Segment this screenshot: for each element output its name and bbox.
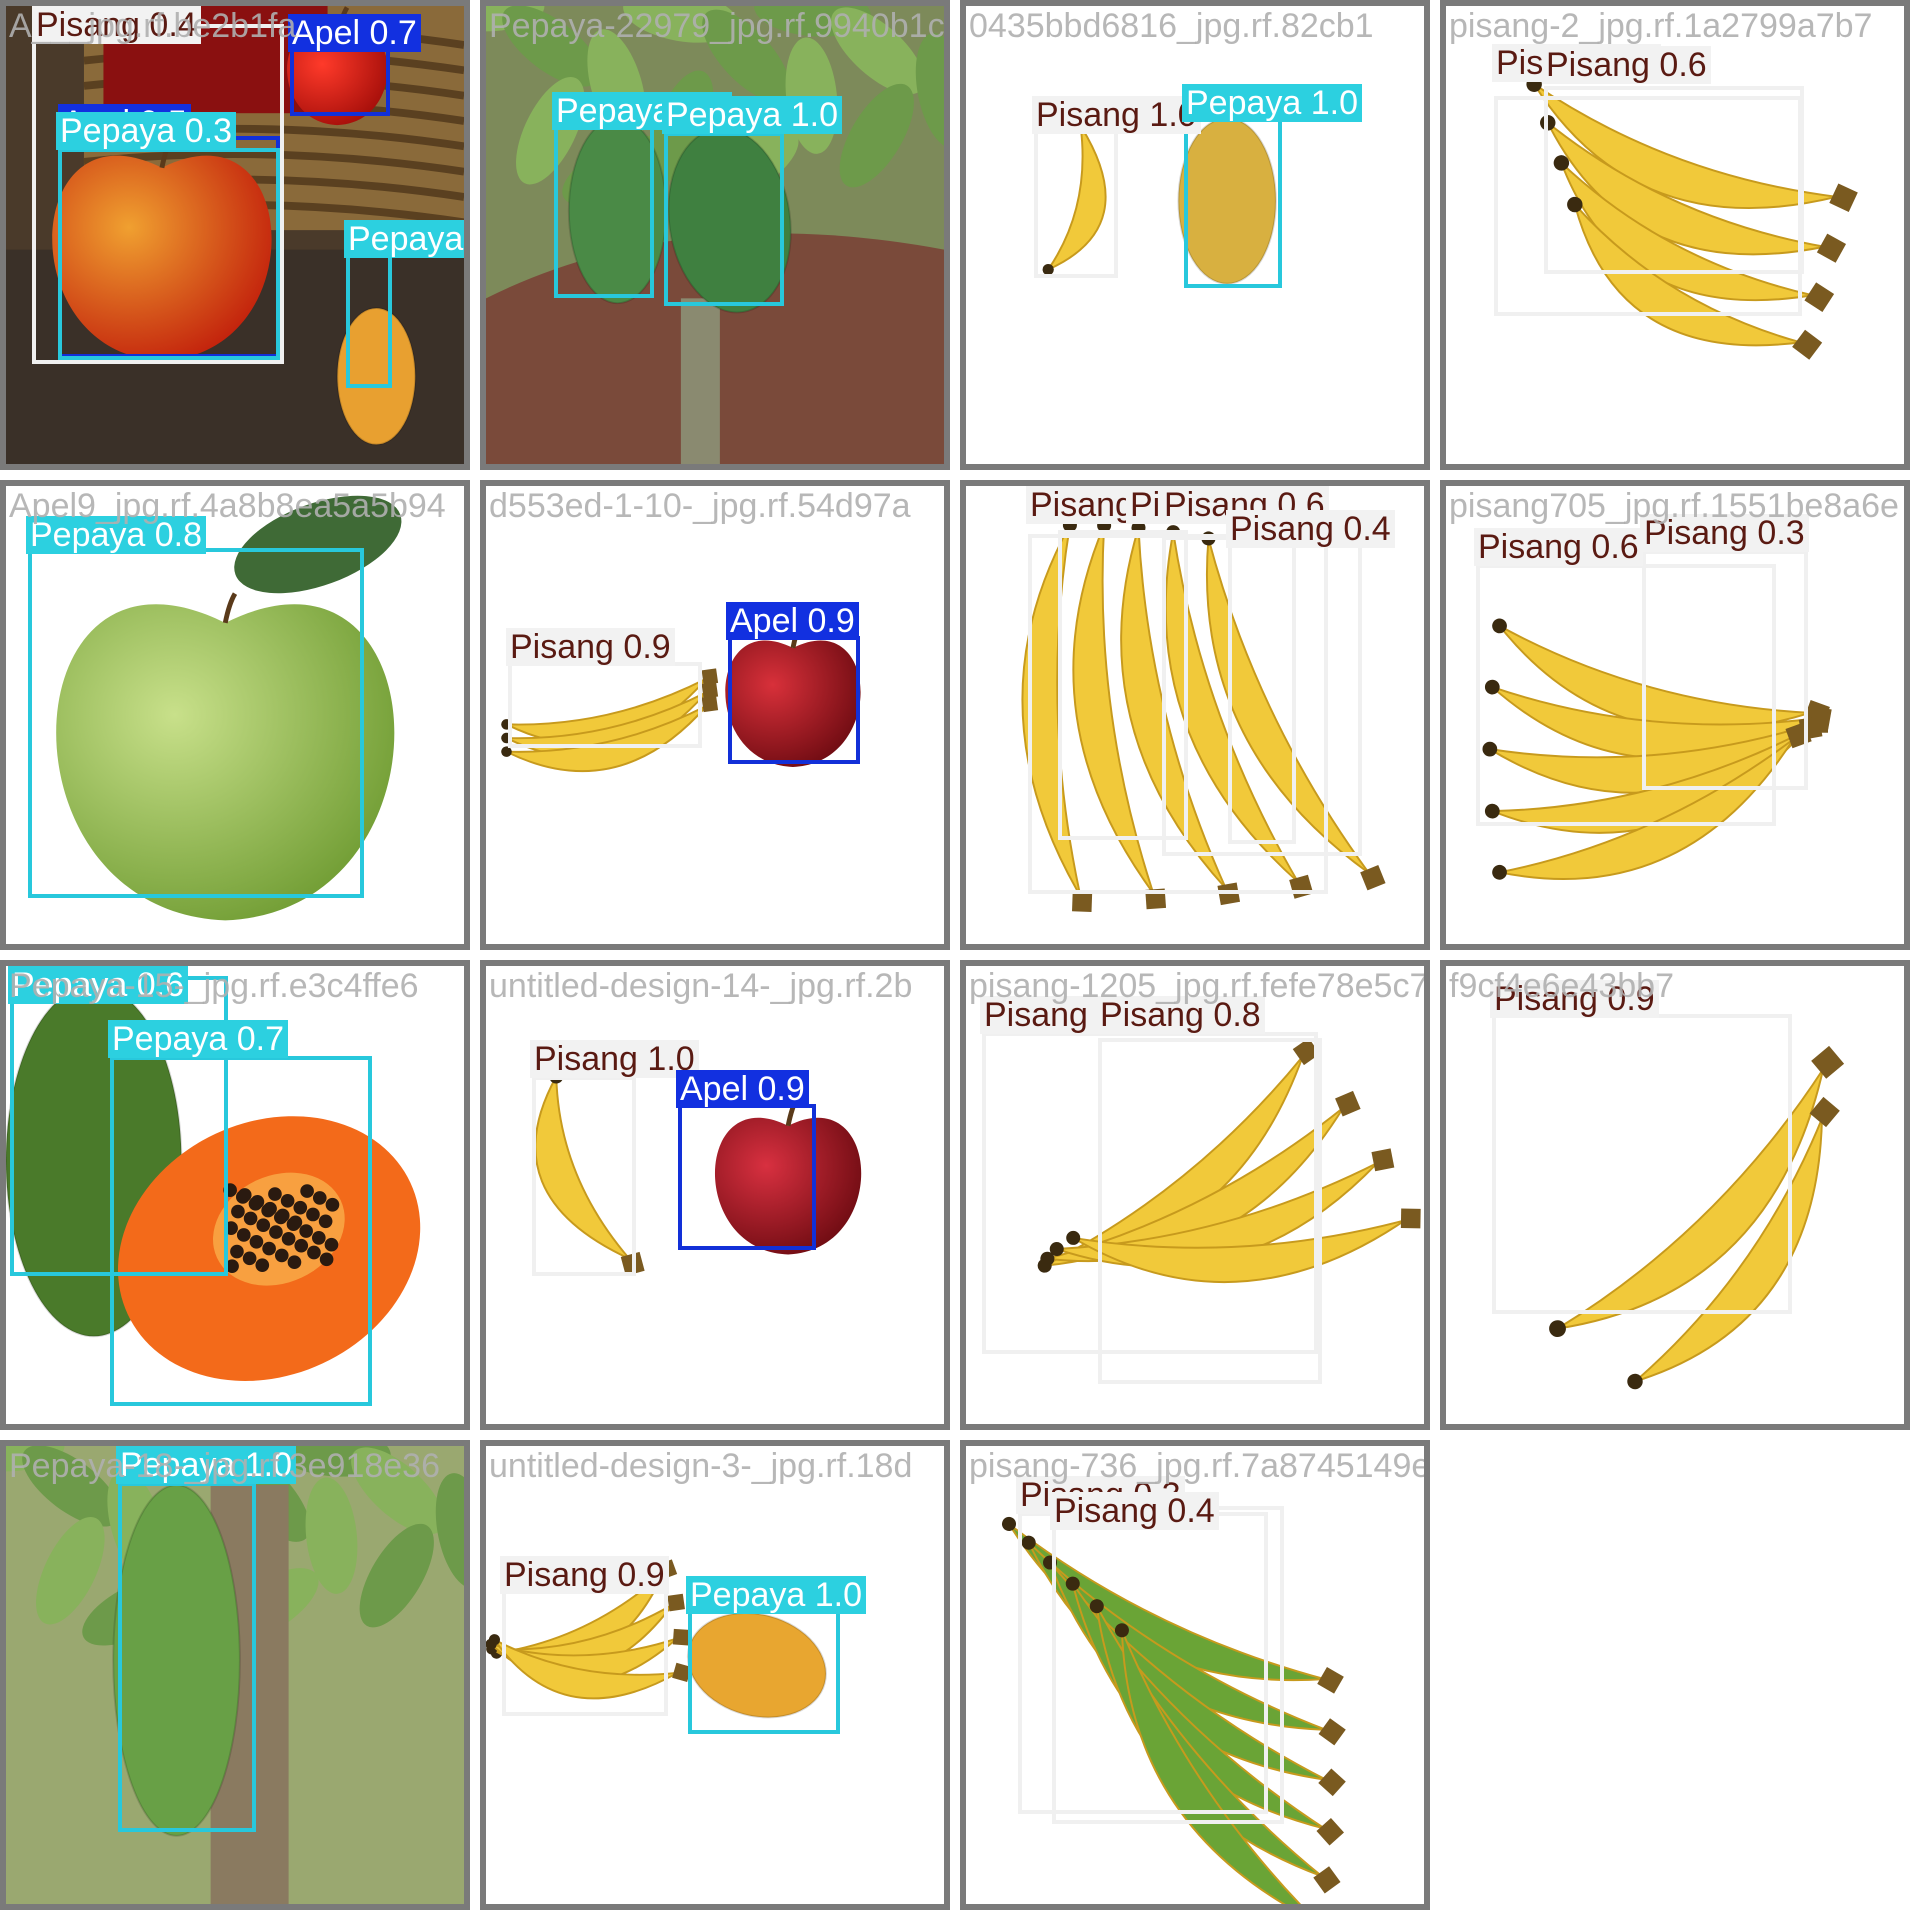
mosaic-tile: Pisang 0.4Pisang 0.4Pisang 0.6Pisang 0.4 — [960, 480, 1430, 950]
mosaic-tile: pisang-1205_jpg.rf.fefe78e5c7 Pisang 0.8 P… — [960, 960, 1430, 1430]
mosaic-tile: 0435bbd6816_jpg.rf.82cb1 Pisang 1.0 Pepaya… — [960, 0, 1430, 470]
detection-box-pepaya — [346, 254, 392, 388]
detection-label: Pisang 1.0 — [1032, 96, 1201, 134]
mosaic-tile: untitled-design-3-_jpg.rf.18d Pisang 0.9 P… — [480, 1440, 950, 1910]
image-filename: 0435bbd6816_jpg.rf.82cb1 — [969, 7, 1374, 45]
image-filename: pisang-2_jpg.rf.1a2799a7b7 — [1449, 7, 1873, 45]
image-filename: pisang705_jpg.rf.1551be8a6e — [1449, 487, 1899, 525]
detection-box-apel — [678, 1104, 816, 1250]
image-filename: A___jpg.rf.be2b1fa — [9, 7, 297, 45]
image-filename: Pepaya-15-_jpg.rf.e3c4ffe6 — [9, 967, 419, 1005]
detection-label: Pisang 0.9 — [506, 628, 675, 666]
detection-label: Pepaya 1.0 — [1182, 84, 1363, 122]
image-filename: pisang-736_jpg.rf.7a8745149e0ec64f43d3d3… — [969, 1447, 1430, 1485]
mosaic-tile: pisang705_jpg.rf.1551be8a6e Pisang 0.6 Pis… — [1440, 480, 1910, 950]
detection-label: Pepaya 0.3 — [56, 112, 237, 150]
detection-box-pisang — [532, 1076, 636, 1276]
detection-box-pisang — [1642, 550, 1808, 790]
detection-label: Pepaya 1.0 — [686, 1576, 867, 1614]
image-filename: f9cf4e6e43bb7 — [1449, 967, 1674, 1005]
detection-box-pepaya — [554, 126, 654, 298]
image-filename: Apel9_jpg.rf.4a8b8ea5a5b94 — [9, 487, 446, 525]
mosaic-tile: untitled-design-14-_jpg.rf.2b Pisang 1.0 A… — [480, 960, 950, 1430]
detection-box-apel — [728, 636, 860, 764]
detection-box-pepaya — [688, 1606, 840, 1734]
detection-label: Pepaya 0.8 — [344, 220, 464, 258]
mosaic-tile: Pepaya-22979_jpg.rf.9940b1ca Pepaya 0.9 Pe… — [480, 0, 950, 470]
mosaic-tile: Pepaya-18-_jpg.rf.3e918e36 Pepaya 1.0 — [0, 1440, 470, 1910]
detection-box-pisang — [1228, 544, 1296, 844]
detection-label: Pisang 0.6 — [1542, 46, 1711, 84]
detection-label: Apel 0.7 — [288, 14, 421, 52]
mosaic-tile: pisang-2_jpg.rf.1a2799a7b7Pisang 0.6Pisa… — [1440, 0, 1910, 470]
detection-box-pepaya — [1184, 118, 1282, 288]
detection-box-pepaya — [58, 148, 280, 360]
detection-label: Pisang 0.9 — [500, 1556, 669, 1594]
detection-box-pisang — [1544, 86, 1804, 274]
detection-label: Pisang 0.4 — [1226, 510, 1395, 548]
mosaic-tile: pisang-736_jpg.rf.7a8745149e0ec64f43d3d3… — [960, 1440, 1430, 1910]
image-filename: untitled-design-14-_jpg.rf.2b — [489, 967, 913, 1005]
detection-box-pisang — [1034, 128, 1118, 278]
mosaic-tile: d553ed-1-10-_jpg.rf.54d97a Pisang 0.9 Apel… — [480, 480, 950, 950]
image-filename: Pepaya-18-_jpg.rf.3e918e36 — [9, 1447, 440, 1485]
mosaic-tile: A___jpg.rf.be2b1faPisang 0.4Apel 0.7Apel… — [0, 0, 470, 470]
detection-box-pisang — [1492, 1014, 1792, 1314]
detection-mosaic: A___jpg.rf.be2b1fa Pisang 0.4 Apel 0.7 Apel… — [0, 0, 1920, 1920]
detection-box-pisang — [502, 1588, 668, 1716]
detection-label: Apel 0.9 — [726, 602, 859, 640]
detection-label: Pepaya 1.0 — [662, 96, 843, 134]
detection-label: Pisang 0.6 — [1474, 528, 1643, 566]
image-filename: d553ed-1-10-_jpg.rf.54d97a — [489, 487, 911, 525]
detection-label: Apel 0.9 — [676, 1070, 809, 1108]
detection-box-pepaya — [664, 132, 784, 306]
detection-label: Pisang 0.4 — [1050, 1492, 1219, 1530]
detection-box-pepaya — [28, 548, 364, 898]
detection-box-apel — [290, 46, 390, 116]
detection-box-pepaya — [118, 1482, 256, 1832]
image-filename: Pepaya-22979_jpg.rf.9940b1ca — [489, 7, 950, 45]
image-filename: untitled-design-3-_jpg.rf.18d — [489, 1447, 913, 1485]
detection-box-pisang — [1098, 1038, 1322, 1384]
detection-label: Pepaya 0.7 — [108, 1020, 289, 1058]
image-filename: pisang-1205_jpg.rf.fefe78e5c7 — [969, 967, 1429, 1005]
mosaic-tile: Pepaya-15-_jpg.rf.e3c4ffe6 Pepaya 0.6 Pepa… — [0, 960, 470, 1430]
mosaic-tile: f9cf4e6e43bb7 Pisang 0.9 — [1440, 960, 1910, 1430]
mosaic-tile: Apel9_jpg.rf.4a8b8ea5a5b94 Pepaya 0.8 — [0, 480, 470, 950]
detection-label: Pisang 1.0 — [530, 1040, 699, 1078]
detection-box-pepaya — [110, 1056, 372, 1406]
detection-box-pisang — [1052, 1506, 1284, 1824]
detection-box-pisang — [508, 662, 702, 748]
